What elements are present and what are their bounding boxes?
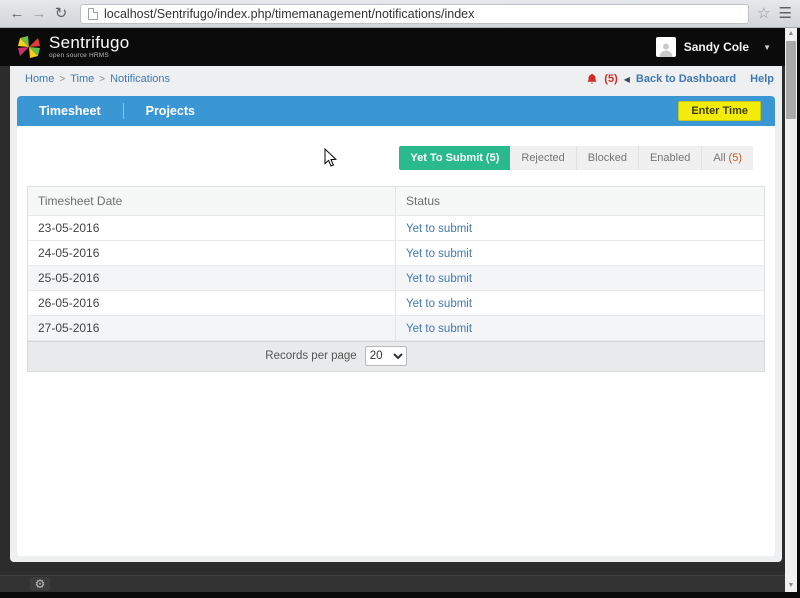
table-row: 24-05-2016 Yet to submit xyxy=(28,241,764,266)
avatar xyxy=(656,37,676,57)
records-per-page-label: Records per page xyxy=(265,350,356,362)
tab-timesheet[interactable]: Timesheet xyxy=(17,104,123,118)
records-per-page-select[interactable]: 20 xyxy=(365,346,407,366)
breadcrumb-separator: > xyxy=(59,74,65,85)
table-header-row: Timesheet Date Status xyxy=(28,187,764,216)
status-cell: Yet to submit xyxy=(396,291,764,315)
status-link[interactable]: Yet to submit xyxy=(406,298,472,310)
page-viewport: Sentrifugo open source HRMS Sandy Cole ▼… xyxy=(0,28,785,592)
breadcrumb-item-home[interactable]: Home xyxy=(25,73,54,85)
breadcrumb: Home > Time > Notifications xyxy=(25,73,170,85)
scrollbar-down-icon[interactable]: ▼ xyxy=(785,580,797,592)
gear-icon: ⚙ xyxy=(35,578,46,590)
address-bar[interactable]: localhost/Sentrifugo/index.php/timemanag… xyxy=(80,4,749,24)
sentrifugo-pinwheel-icon xyxy=(16,34,42,60)
filter-count: (5) xyxy=(486,152,499,164)
breadcrumb-item-time[interactable]: Time xyxy=(70,73,94,85)
status-cell: Yet to submit xyxy=(396,241,764,265)
alert-count[interactable]: (5) xyxy=(604,73,617,85)
filter-blocked[interactable]: Blocked xyxy=(577,146,639,170)
bookmark-star-icon[interactable]: ☆ xyxy=(757,6,770,21)
status-filter-row: Yet To Submit(5)RejectedBlockedEnabledAl… xyxy=(17,146,753,170)
filter-yet-to-submit[interactable]: Yet To Submit(5) xyxy=(399,146,510,170)
mouse-cursor xyxy=(324,148,338,173)
site-header: Sentrifugo open source HRMS Sandy Cole ▼ xyxy=(0,28,785,66)
tab-projects[interactable]: Projects xyxy=(124,104,217,118)
status-link[interactable]: Yet to submit xyxy=(406,273,472,285)
browser-menu-icon[interactable]: ☰ xyxy=(779,6,792,21)
browser-reload-icon[interactable]: ↻ xyxy=(50,6,72,21)
user-name[interactable]: Sandy Cole xyxy=(684,40,749,54)
table-body: 23-05-2016 Yet to submit 24-05-2016 Yet to … xyxy=(28,216,764,341)
filter-enabled[interactable]: Enabled xyxy=(639,146,702,170)
status-link[interactable]: Yet to submit xyxy=(406,223,472,235)
status-cell: Yet to submit xyxy=(396,216,764,240)
settings-gear-button[interactable]: ⚙ xyxy=(30,577,50,591)
status-cell: Yet to submit xyxy=(396,316,764,340)
filter-rejected[interactable]: Rejected xyxy=(510,146,576,170)
main-card: Timesheet Projects Enter Time Yet To Sub… xyxy=(17,96,775,556)
bell-icon[interactable] xyxy=(586,73,598,85)
filter-count: (5) xyxy=(729,152,742,164)
content-wrapper: Home > Time > Notifications (5) ◀ Back to Da… xyxy=(10,66,782,562)
table-row: 27-05-2016 Yet to submit xyxy=(28,316,764,341)
table-row: 23-05-2016 Yet to submit xyxy=(28,216,764,241)
timesheet-date-cell: 26-05-2016 xyxy=(28,291,396,315)
url-text[interactable]: localhost/Sentrifugo/index.php/timemanag… xyxy=(104,7,474,21)
vertical-scrollbar[interactable]: ▲ ▼ xyxy=(785,28,797,592)
status-link[interactable]: Yet to submit xyxy=(406,248,472,260)
module-nav-bar: Timesheet Projects Enter Time xyxy=(17,96,775,126)
status-link[interactable]: Yet to submit xyxy=(406,323,472,335)
scrollbar-thumb[interactable] xyxy=(786,41,796,119)
timesheet-date-cell: 27-05-2016 xyxy=(28,316,396,340)
column-header-status: Status xyxy=(396,187,764,215)
back-arrow-icon: ◀ xyxy=(624,75,630,84)
timesheet-date-cell: 23-05-2016 xyxy=(28,216,396,240)
column-header-date: Timesheet Date xyxy=(28,187,396,215)
filter-all[interactable]: All(5) xyxy=(702,146,753,170)
scrollbar-up-icon[interactable]: ▲ xyxy=(785,28,797,40)
timesheet-date-cell: 25-05-2016 xyxy=(28,266,396,290)
brand-tagline: open source HRMS xyxy=(49,53,130,60)
breadcrumb-separator: > xyxy=(99,74,105,85)
browser-forward-icon[interactable]: → xyxy=(28,6,50,21)
chevron-down-icon[interactable]: ▼ xyxy=(763,43,771,52)
back-to-dashboard-link[interactable]: Back to Dashboard xyxy=(636,73,736,85)
table-row: 25-05-2016 Yet to submit xyxy=(28,266,764,291)
timesheet-table: Timesheet Date Status 23-05-2016 Yet to s… xyxy=(27,186,765,341)
person-icon xyxy=(658,41,674,57)
breadcrumb-item-notifications[interactable]: Notifications xyxy=(110,73,170,85)
page-icon xyxy=(88,8,98,20)
site-footer-bar: ⚙ xyxy=(0,575,785,592)
user-menu[interactable]: Sandy Cole ▼ xyxy=(656,28,771,66)
table-row: 26-05-2016 Yet to submit xyxy=(28,291,764,316)
utility-links: (5) ◀ Back to Dashboard Help xyxy=(586,73,774,85)
pagination-bar: Records per page 20 xyxy=(27,341,765,372)
help-link[interactable]: Help xyxy=(750,73,774,85)
status-cell: Yet to submit xyxy=(396,266,764,290)
status-filter-group: Yet To Submit(5)RejectedBlockedEnabledAl… xyxy=(399,146,753,170)
browser-back-icon[interactable]: ← xyxy=(6,6,28,21)
timesheet-date-cell: 24-05-2016 xyxy=(28,241,396,265)
browser-chrome: ← → ↻ localhost/Sentrifugo/index.php/tim… xyxy=(0,0,800,28)
brand-logo[interactable]: Sentrifugo open source HRMS xyxy=(16,34,130,60)
breadcrumb-row: Home > Time > Notifications (5) ◀ Back to Da… xyxy=(10,66,782,92)
enter-time-button[interactable]: Enter Time xyxy=(678,101,761,121)
brand-name: Sentrifugo xyxy=(49,34,130,51)
